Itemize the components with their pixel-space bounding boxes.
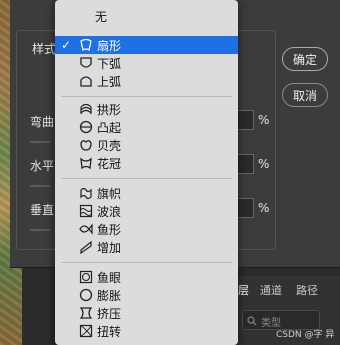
menu-item-arch[interactable]: 拱形 bbox=[55, 100, 238, 118]
menu-item-none[interactable]: 无 bbox=[55, 6, 238, 26]
menu-separator bbox=[61, 262, 232, 263]
tab-layers[interactable]: 层 bbox=[238, 282, 249, 298]
menu-item-arc[interactable]: ✓ 扇形 bbox=[55, 36, 238, 54]
menu-item-arc-lower[interactable]: 下弧 bbox=[55, 54, 238, 72]
vertical-value-field[interactable] bbox=[236, 198, 254, 218]
menu-item-label: 拱形 bbox=[97, 102, 122, 117]
menu-item-shell[interactable]: 贝壳 bbox=[55, 136, 238, 154]
menu-item-label: 旗帜 bbox=[97, 186, 122, 201]
menu-item-squeeze[interactable]: 挤压 bbox=[55, 304, 238, 322]
bulge-icon bbox=[79, 120, 93, 134]
menu-item-label: 鱼眼 bbox=[97, 270, 122, 285]
menu-item-bulge[interactable]: 凸起 bbox=[55, 118, 238, 136]
bend-percent: % bbox=[258, 113, 270, 127]
bend-value-field[interactable] bbox=[236, 110, 254, 130]
arc-upper-icon bbox=[80, 76, 92, 87]
shell-icon bbox=[80, 140, 92, 151]
fish-icon bbox=[79, 223, 93, 235]
cancel-button[interactable]: 取消 bbox=[282, 83, 328, 107]
menu-item-fish[interactable]: 鱼形 bbox=[55, 220, 238, 238]
arc-icon bbox=[80, 38, 92, 52]
menu-item-rise[interactable]: 增加 bbox=[55, 238, 238, 256]
twist-icon bbox=[79, 324, 93, 338]
tab-channels[interactable]: 通道 bbox=[260, 282, 282, 298]
vertical-label: 垂直 bbox=[30, 203, 55, 217]
menu-item-label: 扭转 bbox=[97, 324, 122, 339]
bend-label: 弯曲 bbox=[30, 115, 55, 129]
arch-icon bbox=[80, 103, 92, 114]
menu-item-label: 下弧 bbox=[97, 56, 122, 71]
wave-icon bbox=[79, 204, 93, 218]
vertical-percent: % bbox=[258, 201, 270, 215]
menu-item-label: 上弧 bbox=[97, 74, 122, 89]
menu-item-label: 挤压 bbox=[97, 306, 122, 321]
horizontal-slider[interactable] bbox=[30, 185, 50, 187]
menu-item-label: 花冠 bbox=[97, 156, 122, 171]
horizontal-label: 水平 bbox=[30, 159, 55, 173]
menu-item-arc-upper[interactable]: 上弧 bbox=[55, 72, 238, 90]
menu-item-flag[interactable]: 旗帜 bbox=[55, 184, 238, 202]
flag-crown-icon bbox=[80, 157, 92, 170]
ok-button[interactable]: 确定 bbox=[282, 47, 328, 71]
menu-item-fisheye[interactable]: 鱼眼 bbox=[55, 268, 238, 286]
menu-separator bbox=[61, 96, 232, 97]
watermark: CSDN @字 异 bbox=[276, 330, 335, 340]
tab-paths[interactable]: 路径 bbox=[296, 282, 318, 298]
flag-icon bbox=[80, 187, 92, 200]
bend-slider[interactable] bbox=[30, 141, 50, 143]
rise-icon bbox=[80, 240, 92, 254]
check-icon: ✓ bbox=[61, 38, 72, 52]
menu-item-label: 贝壳 bbox=[97, 138, 122, 153]
menu-item-flower-crown[interactable]: 花冠 bbox=[55, 154, 238, 172]
search-icon bbox=[247, 316, 257, 326]
vertical-slider[interactable] bbox=[30, 229, 50, 231]
menu-item-label: 波浪 bbox=[97, 204, 122, 219]
menu-item-label: 增加 bbox=[97, 240, 122, 255]
menu-item-label: 鱼形 bbox=[97, 222, 122, 237]
horizontal-value-field[interactable] bbox=[236, 154, 254, 174]
warp-style-menu: 无 ✓ 扇形 下弧 上弧 拱形 凸起 贝壳 花冠 旗帜 波浪 鱼形 增加 鱼眼 … bbox=[55, 0, 238, 345]
menu-item-label: 扇形 bbox=[97, 38, 122, 53]
menu-item-twist[interactable]: 扭转 bbox=[55, 322, 238, 340]
menu-item-wave[interactable]: 波浪 bbox=[55, 202, 238, 220]
fisheye-icon bbox=[79, 270, 93, 284]
squeeze-icon bbox=[79, 307, 93, 319]
horizontal-percent: % bbox=[258, 157, 270, 171]
menu-separator bbox=[61, 178, 232, 179]
arc-lower-icon bbox=[80, 57, 92, 68]
menu-item-label: 无 bbox=[95, 10, 108, 24]
menu-item-label: 膨胀 bbox=[97, 288, 122, 303]
menu-item-inflate[interactable]: 膨胀 bbox=[55, 286, 238, 304]
inflate-icon bbox=[79, 288, 93, 302]
menu-item-label: 凸起 bbox=[97, 120, 122, 135]
